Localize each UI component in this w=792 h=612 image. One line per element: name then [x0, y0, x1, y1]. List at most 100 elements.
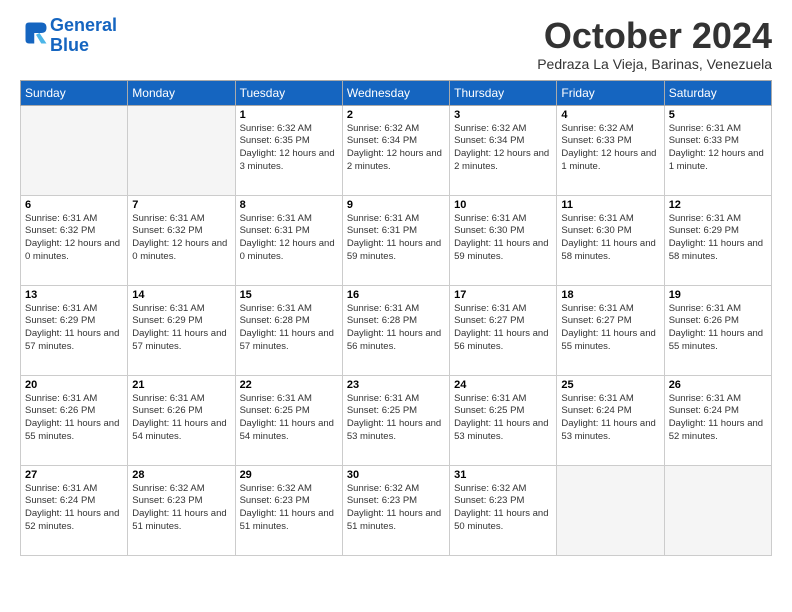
calendar-week-row: 6 Sunrise: 6:31 AM Sunset: 6:32 PM Daylig… — [21, 195, 772, 285]
location: Pedraza La Vieja, Barinas, Venezuela — [537, 56, 772, 72]
weekday-header-row: SundayMondayTuesdayWednesdayThursdayFrid… — [21, 80, 772, 105]
day-number: 23 — [347, 379, 445, 391]
day-info: Sunrise: 6:31 AM Sunset: 6:30 PM Dayligh… — [561, 213, 659, 264]
calendar-cell: 19Sunrise: 6:31 AM Sunset: 6:26 PM Dayli… — [664, 285, 771, 375]
day-info: Sunrise: 6:31 AM Sunset: 6:32 PM Dayligh… — [25, 213, 123, 264]
day-number: 12 — [669, 199, 767, 211]
day-info: Sunrise: 6:31 AM Sunset: 6:32 PM Dayligh… — [132, 213, 230, 264]
day-info: Sunrise: 6:31 AM Sunset: 6:31 PM Dayligh… — [347, 213, 445, 264]
day-number: 10 — [454, 199, 552, 211]
calendar-cell: 7 Sunrise: 6:31 AM Sunset: 6:32 PM Daylig… — [128, 195, 235, 285]
day-info: Sunrise: 6:31 AM Sunset: 6:29 PM Dayligh… — [132, 303, 230, 354]
day-info: Sunrise: 6:32 AM Sunset: 6:23 PM Dayligh… — [454, 483, 552, 534]
day-number: 17 — [454, 289, 552, 301]
logo-line1: General — [50, 15, 117, 35]
day-info: Sunrise: 6:31 AM Sunset: 6:24 PM Dayligh… — [561, 393, 659, 444]
calendar-table: SundayMondayTuesdayWednesdayThursdayFrid… — [20, 80, 772, 556]
calendar-cell: 25 Sunrise: 6:31 AM Sunset: 6:24 PM Dayli… — [557, 375, 664, 465]
day-number: 8 — [240, 199, 338, 211]
logo-text: General Blue — [50, 16, 117, 56]
day-number: 3 — [454, 109, 552, 121]
day-number: 1 — [240, 109, 338, 121]
day-info: Sunrise: 6:32 AM Sunset: 6:35 PM Dayligh… — [240, 123, 338, 174]
day-number: 24 — [454, 379, 552, 391]
calendar-cell: 9Sunrise: 6:31 AM Sunset: 6:31 PM Daylig… — [342, 195, 449, 285]
calendar-cell: 6 Sunrise: 6:31 AM Sunset: 6:32 PM Daylig… — [21, 195, 128, 285]
day-number: 13 — [25, 289, 123, 301]
day-number: 25 — [561, 379, 659, 391]
calendar-week-row: 1 Sunrise: 6:32 AM Sunset: 6:35 PM Daylig… — [21, 105, 772, 195]
day-info: Sunrise: 6:32 AM Sunset: 6:23 PM Dayligh… — [347, 483, 445, 534]
calendar-cell — [21, 105, 128, 195]
calendar-cell: 16Sunrise: 6:31 AM Sunset: 6:28 PM Dayli… — [342, 285, 449, 375]
calendar-cell: 29Sunrise: 6:32 AM Sunset: 6:23 PM Dayli… — [235, 465, 342, 555]
day-number: 5 — [669, 109, 767, 121]
calendar-cell: 18 Sunrise: 6:31 AM Sunset: 6:27 PM Dayli… — [557, 285, 664, 375]
day-info: Sunrise: 6:31 AM Sunset: 6:27 PM Dayligh… — [454, 303, 552, 354]
weekday-header: Saturday — [664, 80, 771, 105]
day-info: Sunrise: 6:31 AM Sunset: 6:31 PM Dayligh… — [240, 213, 338, 264]
calendar-cell: 8 Sunrise: 6:31 AM Sunset: 6:31 PM Daylig… — [235, 195, 342, 285]
day-info: Sunrise: 6:31 AM Sunset: 6:26 PM Dayligh… — [25, 393, 123, 444]
day-number: 16 — [347, 289, 445, 301]
day-number: 2 — [347, 109, 445, 121]
day-number: 11 — [561, 199, 659, 211]
calendar-cell: 24 Sunrise: 6:31 AM Sunset: 6:25 PM Dayli… — [450, 375, 557, 465]
calendar-cell: 23 Sunrise: 6:31 AM Sunset: 6:25 PM Dayli… — [342, 375, 449, 465]
day-info: Sunrise: 6:31 AM Sunset: 6:24 PM Dayligh… — [25, 483, 123, 534]
logo: General Blue — [20, 16, 117, 56]
calendar-cell — [128, 105, 235, 195]
title-block: October 2024 Pedraza La Vieja, Barinas, … — [537, 16, 772, 72]
calendar-cell: 5Sunrise: 6:31 AM Sunset: 6:33 PM Daylig… — [664, 105, 771, 195]
day-info: Sunrise: 6:31 AM Sunset: 6:26 PM Dayligh… — [132, 393, 230, 444]
day-info: Sunrise: 6:31 AM Sunset: 6:30 PM Dayligh… — [454, 213, 552, 264]
weekday-header: Tuesday — [235, 80, 342, 105]
weekday-header: Monday — [128, 80, 235, 105]
day-info: Sunrise: 6:31 AM Sunset: 6:25 PM Dayligh… — [347, 393, 445, 444]
day-info: Sunrise: 6:31 AM Sunset: 6:26 PM Dayligh… — [669, 303, 767, 354]
logo-line2: Blue — [50, 35, 89, 55]
calendar-cell: 20 Sunrise: 6:31 AM Sunset: 6:26 PM Dayli… — [21, 375, 128, 465]
day-number: 31 — [454, 469, 552, 481]
calendar-cell: 27 Sunrise: 6:31 AM Sunset: 6:24 PM Dayli… — [21, 465, 128, 555]
calendar-week-row: 20 Sunrise: 6:31 AM Sunset: 6:26 PM Dayli… — [21, 375, 772, 465]
day-number: 20 — [25, 379, 123, 391]
day-info: Sunrise: 6:31 AM Sunset: 6:29 PM Dayligh… — [669, 213, 767, 264]
logo-icon — [22, 19, 50, 47]
day-number: 28 — [132, 469, 230, 481]
day-number: 7 — [132, 199, 230, 211]
calendar-cell: 3 Sunrise: 6:32 AM Sunset: 6:34 PM Daylig… — [450, 105, 557, 195]
calendar-cell: 15 Sunrise: 6:31 AM Sunset: 6:28 PM Dayli… — [235, 285, 342, 375]
day-info: Sunrise: 6:31 AM Sunset: 6:29 PM Dayligh… — [25, 303, 123, 354]
weekday-header: Friday — [557, 80, 664, 105]
day-info: Sunrise: 6:32 AM Sunset: 6:33 PM Dayligh… — [561, 123, 659, 174]
day-number: 30 — [347, 469, 445, 481]
day-info: Sunrise: 6:31 AM Sunset: 6:27 PM Dayligh… — [561, 303, 659, 354]
calendar-cell — [664, 465, 771, 555]
calendar-cell: 12 Sunrise: 6:31 AM Sunset: 6:29 PM Dayli… — [664, 195, 771, 285]
day-number: 15 — [240, 289, 338, 301]
calendar-cell: 2 Sunrise: 6:32 AM Sunset: 6:34 PM Daylig… — [342, 105, 449, 195]
calendar-cell: 14 Sunrise: 6:31 AM Sunset: 6:29 PM Dayli… — [128, 285, 235, 375]
day-info: Sunrise: 6:31 AM Sunset: 6:28 PM Dayligh… — [240, 303, 338, 354]
day-number: 4 — [561, 109, 659, 121]
calendar-week-row: 27 Sunrise: 6:31 AM Sunset: 6:24 PM Dayli… — [21, 465, 772, 555]
page-header: General Blue October 2024 Pedraza La Vie… — [20, 16, 772, 72]
calendar-cell: 1 Sunrise: 6:32 AM Sunset: 6:35 PM Daylig… — [235, 105, 342, 195]
calendar-cell: 10 Sunrise: 6:31 AM Sunset: 6:30 PM Dayli… — [450, 195, 557, 285]
day-number: 6 — [25, 199, 123, 211]
weekday-header: Wednesday — [342, 80, 449, 105]
calendar-cell: 13 Sunrise: 6:31 AM Sunset: 6:29 PM Dayli… — [21, 285, 128, 375]
day-info: Sunrise: 6:32 AM Sunset: 6:34 PM Dayligh… — [454, 123, 552, 174]
calendar-cell: 30 Sunrise: 6:32 AM Sunset: 6:23 PM Dayli… — [342, 465, 449, 555]
day-number: 14 — [132, 289, 230, 301]
month-title: October 2024 — [537, 16, 772, 56]
day-number: 18 — [561, 289, 659, 301]
day-info: Sunrise: 6:32 AM Sunset: 6:23 PM Dayligh… — [240, 483, 338, 534]
day-info: Sunrise: 6:32 AM Sunset: 6:34 PM Dayligh… — [347, 123, 445, 174]
calendar-cell: 26Sunrise: 6:31 AM Sunset: 6:24 PM Dayli… — [664, 375, 771, 465]
calendar-cell: 17 Sunrise: 6:31 AM Sunset: 6:27 PM Dayli… — [450, 285, 557, 375]
day-info: Sunrise: 6:32 AM Sunset: 6:23 PM Dayligh… — [132, 483, 230, 534]
day-number: 27 — [25, 469, 123, 481]
day-info: Sunrise: 6:31 AM Sunset: 6:25 PM Dayligh… — [454, 393, 552, 444]
